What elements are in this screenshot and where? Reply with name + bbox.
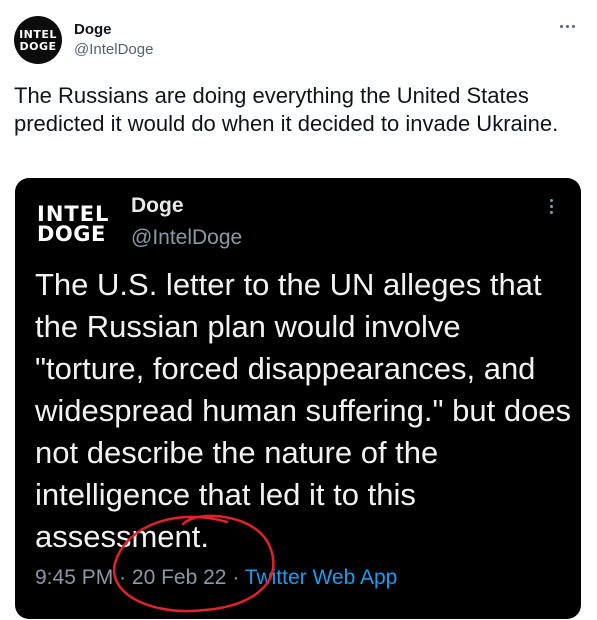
avatar-text-line2: DOGE xyxy=(19,39,57,53)
embedded-avatar-logo: INTEL DOGE xyxy=(37,204,117,246)
tweet-header: INTEL DOGE Doge @IntelDoge xyxy=(14,16,583,64)
author-names: Doge @IntelDoge xyxy=(74,20,153,60)
embedded-tweet-text: The U.S. letter to the UN alleges that t… xyxy=(35,267,572,554)
embedded-date: 20 Feb 22 xyxy=(131,566,227,589)
author-handle[interactable]: @IntelDoge xyxy=(74,40,153,60)
more-options-icon[interactable] xyxy=(555,16,579,36)
meta-separator: · xyxy=(232,566,240,589)
embedded-more-dot xyxy=(549,210,553,214)
embedded-avatar-line2: DOGE xyxy=(37,222,106,246)
avatar[interactable]: INTEL DOGE xyxy=(14,16,62,64)
author-display-name[interactable]: Doge xyxy=(74,20,153,40)
embedded-time: 9:45 PM xyxy=(35,566,114,589)
embedded-more-icon xyxy=(547,194,555,218)
more-dot xyxy=(559,24,563,28)
tweet-card: INTEL DOGE Doge @IntelDoge The Russians … xyxy=(0,0,597,620)
embedded-more-dot xyxy=(549,204,553,208)
avatar-text-line1: INTEL xyxy=(19,27,57,41)
more-dot xyxy=(571,24,575,28)
embedded-handle: @IntelDoge xyxy=(131,226,243,249)
more-dot xyxy=(565,24,569,28)
embedded-source: Twitter Web App xyxy=(244,566,398,589)
embedded-tweet-meta: 9:45 PM · 20 Feb 22 · Twitter Web App xyxy=(35,566,397,590)
meta-separator: · xyxy=(119,566,127,589)
embedded-display-name: Doge xyxy=(131,194,184,217)
tweet-text: The Russians are doing everything the Un… xyxy=(14,83,559,136)
tweet-media-screenshot[interactable]: INTEL DOGE Doge @IntelDoge The U.S. lett… xyxy=(15,178,581,619)
embedded-more-dot xyxy=(549,198,553,202)
